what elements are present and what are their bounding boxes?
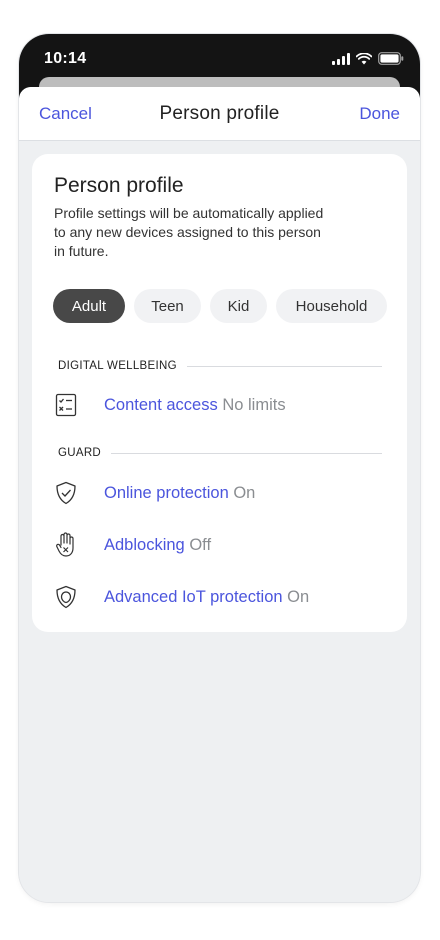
divider — [186, 365, 382, 367]
advanced-iot-protection-row[interactable]: Advanced IoT protection On — [52, 581, 392, 613]
adblocking-value: Off — [189, 535, 212, 554]
adblocking-row[interactable]: Adblocking Off — [52, 529, 392, 561]
row-text: Online protection On — [104, 484, 255, 503]
card-title: Person profile — [54, 174, 184, 197]
section-header-digital-wellbeing: DIGITAL WELLBEING — [58, 360, 382, 372]
online-protection-value: On — [233, 483, 256, 502]
hand-block-icon — [52, 531, 80, 559]
signal-icon — [332, 52, 350, 65]
shield-check-icon — [52, 479, 80, 507]
advanced-iot-protection-link[interactable]: Advanced IoT protection — [104, 588, 283, 606]
row-text: Content access No limits — [104, 396, 286, 415]
wifi-icon — [356, 52, 372, 65]
shield-iot-icon — [52, 583, 80, 611]
content-access-row[interactable]: Content access No limits — [52, 389, 392, 421]
online-protection-link[interactable]: Online protection — [104, 484, 229, 502]
advanced-iot-protection-value: On — [287, 587, 310, 606]
chip-household[interactable]: Household — [276, 289, 387, 323]
profile-card: Person profile Profile settings will be … — [32, 154, 407, 632]
person-profile-modal: Cancel Person profile Done Person profil… — [19, 87, 420, 902]
content-access-value: No limits — [222, 395, 286, 414]
status-time: 10:14 — [44, 50, 87, 67]
chip-teen[interactable]: Teen — [134, 289, 201, 323]
adblocking-link[interactable]: Adblocking — [104, 536, 185, 554]
checklist-icon — [52, 391, 80, 419]
phone-frame: 10:14 Cancel Person profile Done Person … — [19, 34, 420, 902]
divider — [111, 452, 382, 454]
battery-icon — [378, 52, 404, 65]
row-text: Advanced IoT protection On — [104, 588, 309, 607]
online-protection-row[interactable]: Online protection On — [52, 477, 392, 509]
card-description: Profile settings will be automatically a… — [54, 205, 324, 259]
profile-type-selector: Adult Teen Kid Household — [53, 289, 387, 323]
chip-kid[interactable]: Kid — [210, 289, 267, 323]
status-icons — [332, 52, 404, 65]
nav-bar: Cancel Person profile Done — [19, 87, 420, 141]
done-button[interactable]: Done — [359, 104, 400, 124]
content-access-link[interactable]: Content access — [104, 396, 218, 414]
section-label: DIGITAL WELLBEING — [58, 360, 177, 372]
row-text: Adblocking Off — [104, 536, 211, 555]
section-header-guard: GUARD — [58, 447, 382, 459]
chip-adult[interactable]: Adult — [53, 289, 125, 323]
section-label: GUARD — [58, 447, 102, 459]
